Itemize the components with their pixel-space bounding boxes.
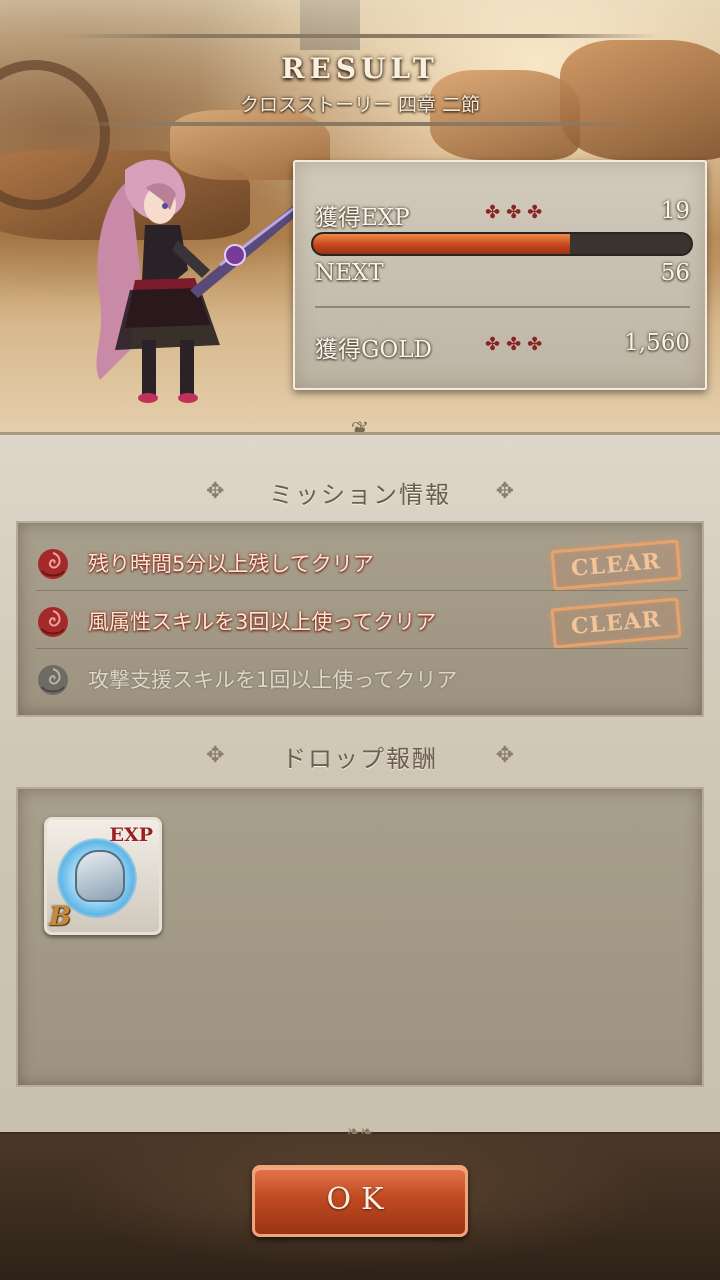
stage-name: クロスストーリー 四章 二節 (239, 94, 481, 116)
exp-row: 獲得EXP ✤✤✤ 19 (315, 198, 690, 234)
exp-progress-fill (313, 234, 571, 254)
gold-value: 1,560 (624, 330, 690, 356)
rank-badge: B (49, 902, 71, 932)
next-row: NEXT 56 (315, 260, 690, 296)
mission-section-header: ✥ ミッション情報 ✥ (0, 473, 720, 513)
exp-value: 19 (660, 198, 690, 224)
results-lower-panel: ✥ ミッション情報 ✥ 残り時間5分以上残してクリア CLEAR 風属性スキルを… (0, 432, 720, 1132)
next-label: NEXT (315, 260, 384, 286)
mission-item: 攻撃支援スキルを1回以上使ってクリア (18, 651, 706, 707)
exp-badge: EXP (109, 824, 153, 846)
mission-text: 攻撃支援スキルを1回以上使ってクリア (88, 668, 458, 692)
gold-row: 獲得GOLD ✤✤✤ 1,560 (315, 330, 690, 366)
battle-scene-background: RESULT クロスストーリー 四章 二節 獲得EXP ✤✤✤ 19 NEXT … (0, 0, 720, 432)
mission-list: 残り時間5分以上残してクリア CLEAR 風属性スキルを3回以上使ってクリア C… (16, 521, 704, 717)
drop-section-header: ✥ ドロップ報酬 ✥ (0, 737, 720, 777)
rose-icon (38, 607, 68, 637)
character-sprite (70, 150, 310, 410)
banner-line (60, 34, 660, 38)
mission-section-title: ミッション情報 (269, 481, 451, 509)
gold-label: 獲得GOLD (315, 337, 432, 363)
clear-stamp: CLEAR (550, 597, 682, 649)
mission-text: 風属性スキルを3回以上使ってクリア (88, 610, 437, 634)
rewards-stats-panel: 獲得EXP ✤✤✤ 19 NEXT 56 獲得GOLD ✤✤✤ 1,560 (293, 160, 707, 390)
next-value: 56 (660, 260, 690, 286)
mission-text: 残り時間5分以上残してクリア (88, 552, 374, 576)
rose-icon (38, 549, 68, 579)
drop-reward-list: EXP B (16, 787, 704, 1087)
rose-icon-inactive (38, 665, 68, 695)
character-illustration (96, 159, 306, 403)
diamond-ornament-icon: ✥ (495, 479, 514, 504)
exp-progress-bar (311, 232, 693, 256)
mission-item: 残り時間5分以上残してクリア CLEAR (18, 535, 706, 591)
diamond-ornament-icon: ✥ (495, 743, 514, 768)
cross-ornament-icon: ✤✤✤ (485, 202, 549, 223)
banner-line (60, 122, 660, 126)
cross-ornament-icon: ✤✤✤ (485, 334, 549, 355)
row-divider (36, 590, 688, 591)
result-banner: RESULT クロスストーリー 四章 二節 (60, 30, 660, 130)
mission-item: 風属性スキルを3回以上使ってクリア CLEAR (18, 593, 706, 649)
reward-item-exp-card[interactable]: EXP B (44, 817, 162, 935)
clear-stamp: CLEAR (550, 539, 682, 591)
ok-button[interactable]: OK (252, 1165, 468, 1237)
exp-label: 獲得EXP (315, 205, 410, 231)
helmet-icon (75, 850, 125, 902)
page-title: RESULT (281, 52, 439, 85)
drop-section-title: ドロップ報酬 (282, 745, 438, 773)
row-divider (36, 648, 688, 649)
stats-divider (315, 306, 690, 308)
